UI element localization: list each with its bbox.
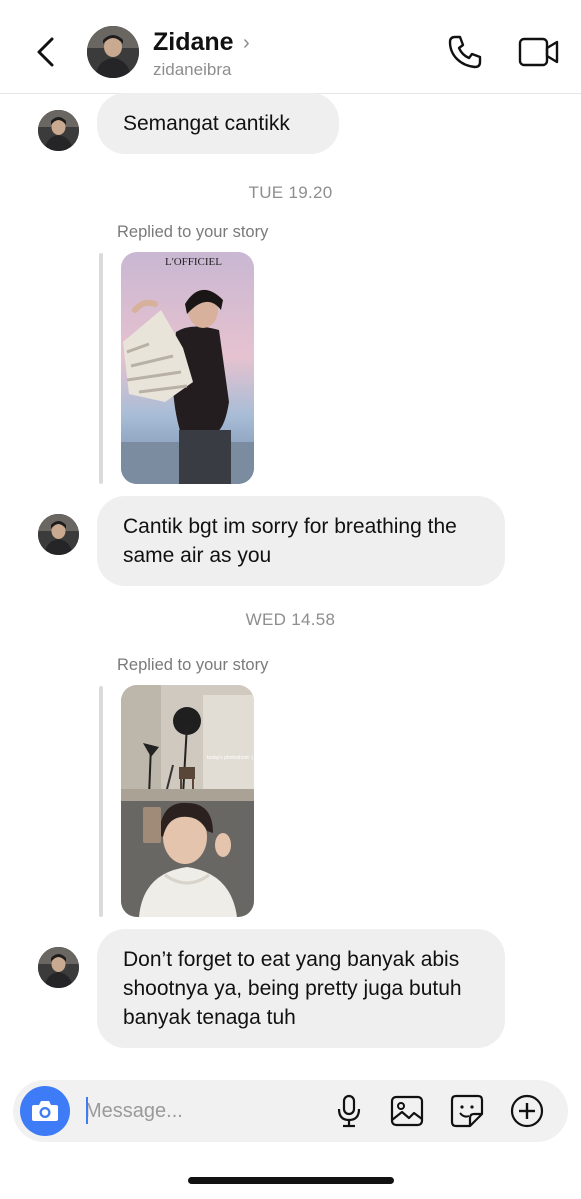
contact-name[interactable]: Zidane: [153, 28, 234, 57]
contact-avatar[interactable]: [87, 26, 139, 78]
sender-avatar[interactable]: [38, 514, 79, 555]
sender-avatar[interactable]: [38, 110, 79, 151]
video-camera-icon: [518, 37, 559, 67]
call-button[interactable]: [446, 33, 484, 71]
story-reply-label: Replied to your story: [117, 656, 269, 674]
reply-indicator-line: [99, 686, 103, 917]
story-caption: today's photoshoot :): [207, 755, 254, 761]
gallery-button[interactable]: [389, 1093, 425, 1129]
phone-icon: [448, 35, 482, 69]
home-indicator[interactable]: [188, 1177, 394, 1184]
camera-icon: [32, 1101, 58, 1121]
reply-indicator-line: [99, 253, 103, 484]
sticker-icon: [450, 1094, 484, 1128]
chevron-right-icon[interactable]: ›: [243, 32, 250, 55]
sender-avatar[interactable]: [38, 947, 79, 988]
microphone-icon: [337, 1094, 361, 1128]
voice-message-button[interactable]: [331, 1093, 367, 1129]
video-call-button[interactable]: [518, 34, 560, 70]
sticker-button[interactable]: [449, 1093, 485, 1129]
contact-username: zidaneibra: [153, 60, 232, 79]
story-thumbnail[interactable]: today's photoshoot :): [121, 685, 254, 917]
message-composer: [13, 1080, 568, 1142]
timestamp: WED 14.58: [245, 610, 336, 629]
back-button[interactable]: [30, 34, 62, 70]
text-cursor: [86, 1097, 88, 1124]
camera-button[interactable]: [20, 1086, 70, 1136]
message-bubble[interactable]: Cantik bgt im sorry for breathing the sa…: [97, 496, 505, 586]
message-input[interactable]: [85, 1092, 315, 1130]
timestamp: TUE 19.20: [248, 183, 333, 202]
image-icon: [390, 1095, 424, 1127]
magazine-masthead: L'OFFICIEL: [165, 256, 222, 268]
message-bubble[interactable]: Don’t forget to eat yang banyak abis sho…: [97, 929, 505, 1048]
story-thumbnail[interactable]: L'OFFICIEL: [121, 252, 254, 484]
chat-header: Zidane › zidaneibra: [0, 0, 581, 94]
chevron-left-icon: [37, 37, 54, 67]
more-options-button[interactable]: [509, 1093, 545, 1129]
plus-circle-icon: [510, 1094, 544, 1128]
message-bubble[interactable]: Semangat cantikk: [97, 93, 339, 154]
story-reply-label: Replied to your story: [117, 223, 269, 241]
